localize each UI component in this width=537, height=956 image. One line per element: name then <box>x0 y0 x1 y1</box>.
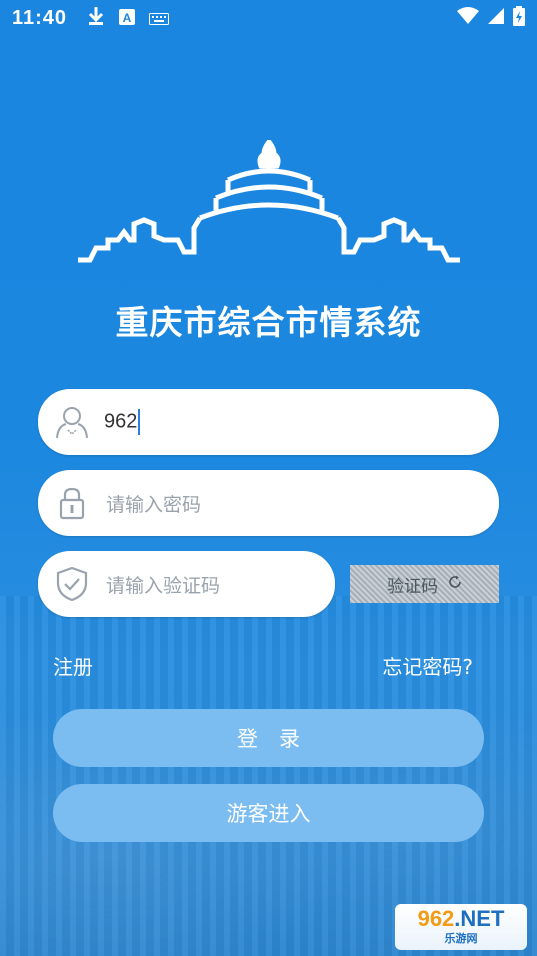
watermark-number: 962 <box>417 906 455 931</box>
captcha-image[interactable]: 验证码 <box>350 565 499 603</box>
status-time: 11:40 <box>12 6 68 29</box>
username-field[interactable]: 962 <box>38 389 499 455</box>
temple-logo-icon <box>78 140 460 263</box>
site-watermark: 962.NET 乐游网 <box>395 904 527 950</box>
refresh-icon <box>448 574 462 594</box>
password-field[interactable]: 请输入密码 <box>38 470 499 536</box>
username-value: 962 <box>104 409 141 435</box>
app-title: 重庆市综合市情系统 <box>115 303 422 342</box>
forgot-password-link[interactable]: 忘记密码? <box>382 651 473 680</box>
user-icon <box>54 404 90 440</box>
keyboard-a-icon: A <box>119 6 136 30</box>
download-icon <box>87 6 105 31</box>
register-link[interactable]: 注册 <box>53 651 93 680</box>
watermark-domain: .NET <box>454 906 505 931</box>
captcha-placeholder: 请输入验证码 <box>106 574 221 597</box>
captcha-text: 验证码 <box>387 576 438 597</box>
keyboard-icon <box>149 6 170 30</box>
svg-text:A: A <box>123 11 132 25</box>
watermark-name: 乐游网 <box>444 933 478 945</box>
shield-check-icon <box>54 566 90 602</box>
wifi-icon <box>457 6 479 30</box>
battery-icon <box>513 5 525 31</box>
lock-icon <box>54 485 90 521</box>
guest-button[interactable]: 游客进入 <box>53 784 484 842</box>
signal-icon <box>487 6 505 30</box>
login-button[interactable]: 登 录 <box>53 709 484 767</box>
status-bar: 11:40 A <box>0 0 537 36</box>
captcha-field[interactable]: 请输入验证码 <box>38 551 335 617</box>
password-placeholder: 请输入密码 <box>106 493 202 516</box>
city-background <box>0 596 537 956</box>
